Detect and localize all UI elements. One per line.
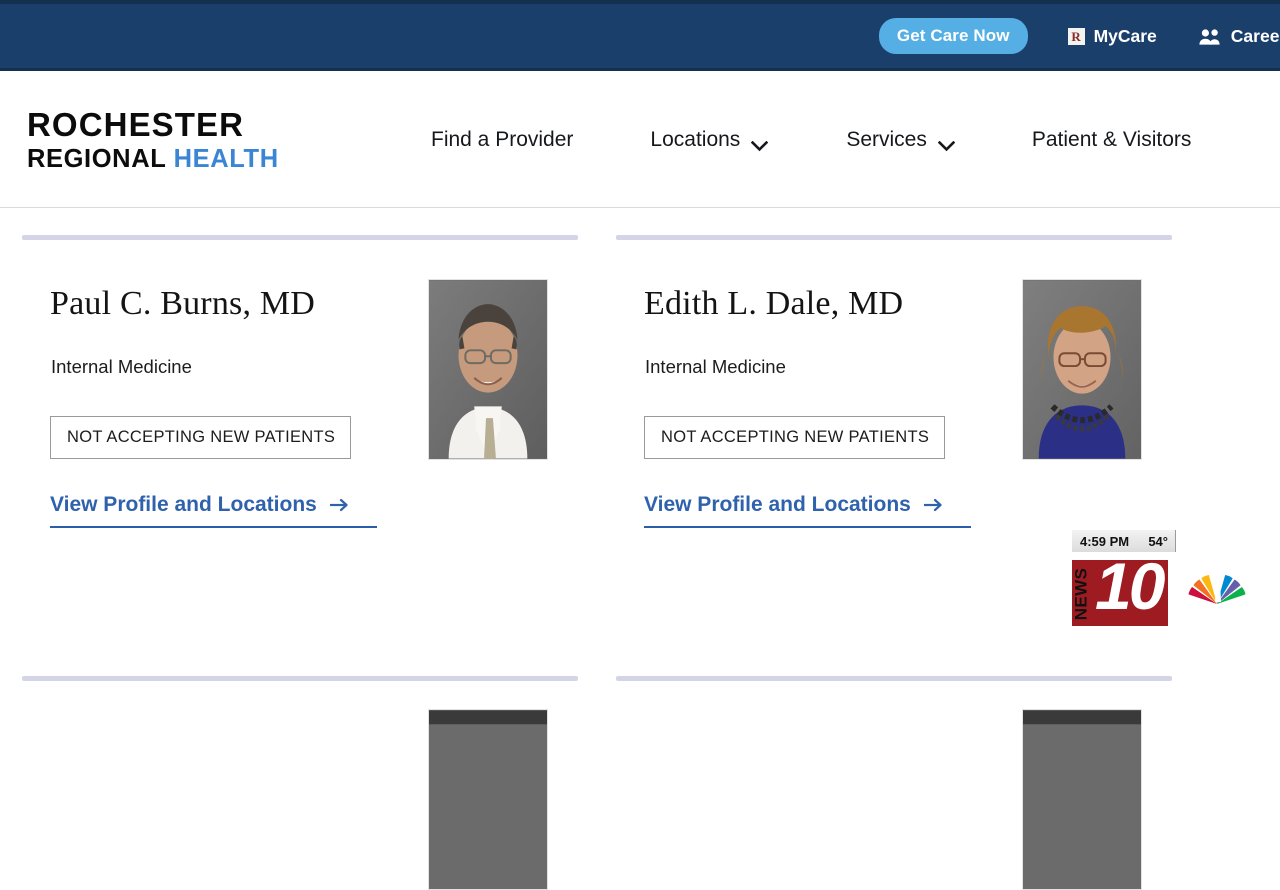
site-header: ROCHESTER REGIONAL HEALTH Find a Provide… (0, 71, 1280, 208)
logo-line-rochester: ROCHESTER (27, 108, 279, 141)
logo-word-regional: REGIONAL (27, 145, 174, 173)
status-badge: NOT ACCEPTING NEW PATIENTS (644, 416, 945, 459)
news-word-label: NEWS (1071, 568, 1091, 621)
site-logo[interactable]: ROCHESTER REGIONAL HEALTH (27, 108, 279, 173)
nav-label: Patient & Visitors (1032, 128, 1192, 152)
nav-item-locations[interactable]: Locations (650, 128, 768, 152)
provider-results-grid: Paul C. Burns, MD Internal Medicine NOT … (0, 208, 1280, 720)
current-time: 4:59 PM (1080, 534, 1129, 549)
provider-photo (428, 709, 548, 890)
provider-name: Edith L. Dale, MD (644, 285, 903, 323)
broadcast-bug: 4:59 PM 54° NEWS 10 (1064, 530, 1264, 627)
utility-bar: Get Care Now R MyCare Careers (0, 0, 1280, 71)
careers-label: Careers (1231, 26, 1280, 47)
nav-label: Locations (650, 128, 740, 152)
chevron-down-icon (751, 134, 768, 145)
provider-card[interactable]: Edith L. Dale, MD Internal Medicine NOT … (616, 235, 1172, 540)
logo-word-health: HEALTH (174, 145, 279, 173)
nav-item-patient-and-visitors[interactable]: Patient & Visitors (1032, 128, 1192, 152)
nav-item-services[interactable]: Services (846, 128, 955, 152)
mycare-label: MyCare (1094, 26, 1157, 47)
provider-photo (1022, 709, 1142, 890)
provider-photo (428, 279, 548, 460)
mycare-r-icon: R (1068, 28, 1085, 45)
profile-link-label: View Profile and Locations (644, 493, 911, 517)
provider-card[interactable]: Paul C. Burns, MD Internal Medicine NOT … (22, 235, 578, 540)
people-icon (1199, 28, 1222, 45)
provider-card[interactable] (22, 676, 578, 741)
provider-photo (1022, 279, 1142, 460)
news-number-label: 10 (1095, 553, 1162, 619)
view-profile-and-locations-link[interactable]: View Profile and Locations (644, 493, 971, 528)
nav-label: Find a Provider (431, 128, 573, 152)
mycare-link[interactable]: R MyCare (1068, 26, 1157, 47)
careers-link[interactable]: Careers (1199, 26, 1280, 47)
current-temperature: 54° (1148, 534, 1168, 549)
view-profile-and-locations-link[interactable]: View Profile and Locations (50, 493, 377, 528)
provider-specialty: Internal Medicine (51, 356, 192, 378)
nbc-peacock-icon (1184, 558, 1250, 622)
arrow-right-icon (329, 497, 349, 513)
profile-link-label: View Profile and Locations (50, 493, 317, 517)
status-badge: NOT ACCEPTING NEW PATIENTS (50, 416, 351, 459)
news10-logo: NEWS 10 (1072, 560, 1168, 626)
chevron-down-icon (938, 134, 955, 145)
nav-label: Services (846, 128, 927, 152)
get-care-now-button[interactable]: Get Care Now (879, 18, 1028, 54)
arrow-right-icon (923, 497, 943, 513)
provider-card[interactable] (616, 676, 1172, 741)
nav-item-find-a-provider[interactable]: Find a Provider (431, 128, 573, 152)
logo-line-regional-health: REGIONAL HEALTH (27, 147, 279, 173)
main-navigation: Find a Provider Locations Services Patie… (420, 71, 1191, 208)
provider-specialty: Internal Medicine (645, 356, 786, 378)
provider-name: Paul C. Burns, MD (50, 285, 315, 323)
